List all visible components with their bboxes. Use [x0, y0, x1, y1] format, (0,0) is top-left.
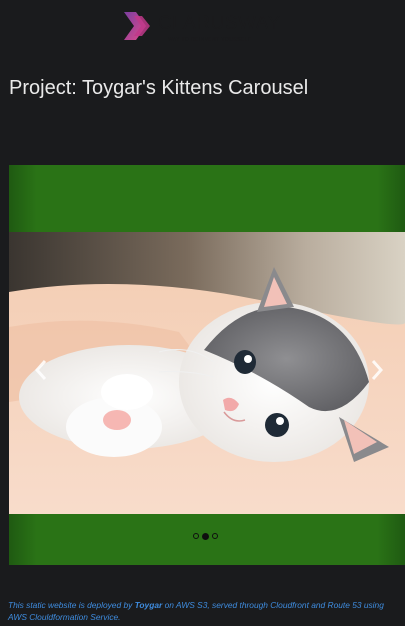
carousel-indicators — [193, 532, 218, 540]
carousel-slide-image — [9, 232, 405, 514]
footer-text: This static website is deployed by Toyga… — [8, 599, 404, 623]
logo-mark-icon — [124, 12, 150, 40]
brand-tagline: WAY TO REINVENT YOURSELF — [168, 37, 252, 43]
footer-prefix: This static website is deployed by — [8, 600, 135, 610]
clarusway-logo[interactable]: CLARUSWAY WAY TO REINVENT YOURSELF — [120, 8, 305, 46]
footer-author: Toygar — [134, 600, 163, 610]
brand-name: CLARUSWAY — [158, 13, 281, 34]
carousel-prev-button[interactable] — [21, 345, 61, 395]
kitten-photo — [9, 232, 405, 514]
chevron-left-icon — [34, 360, 47, 380]
carousel-indicator-2[interactable] — [202, 532, 209, 540]
carousel-indicator-3[interactable] — [212, 533, 218, 539]
carousel-indicator-1[interactable] — [193, 533, 199, 539]
page: CLARUSWAY WAY TO REINVENT YOURSELF Proje… — [0, 0, 405, 626]
chevron-right-icon — [371, 360, 384, 380]
page-title: Project: Toygar's Kittens Carousel — [9, 77, 309, 99]
kitten-carousel[interactable] — [9, 165, 405, 565]
carousel-next-button[interactable] — [357, 345, 397, 395]
